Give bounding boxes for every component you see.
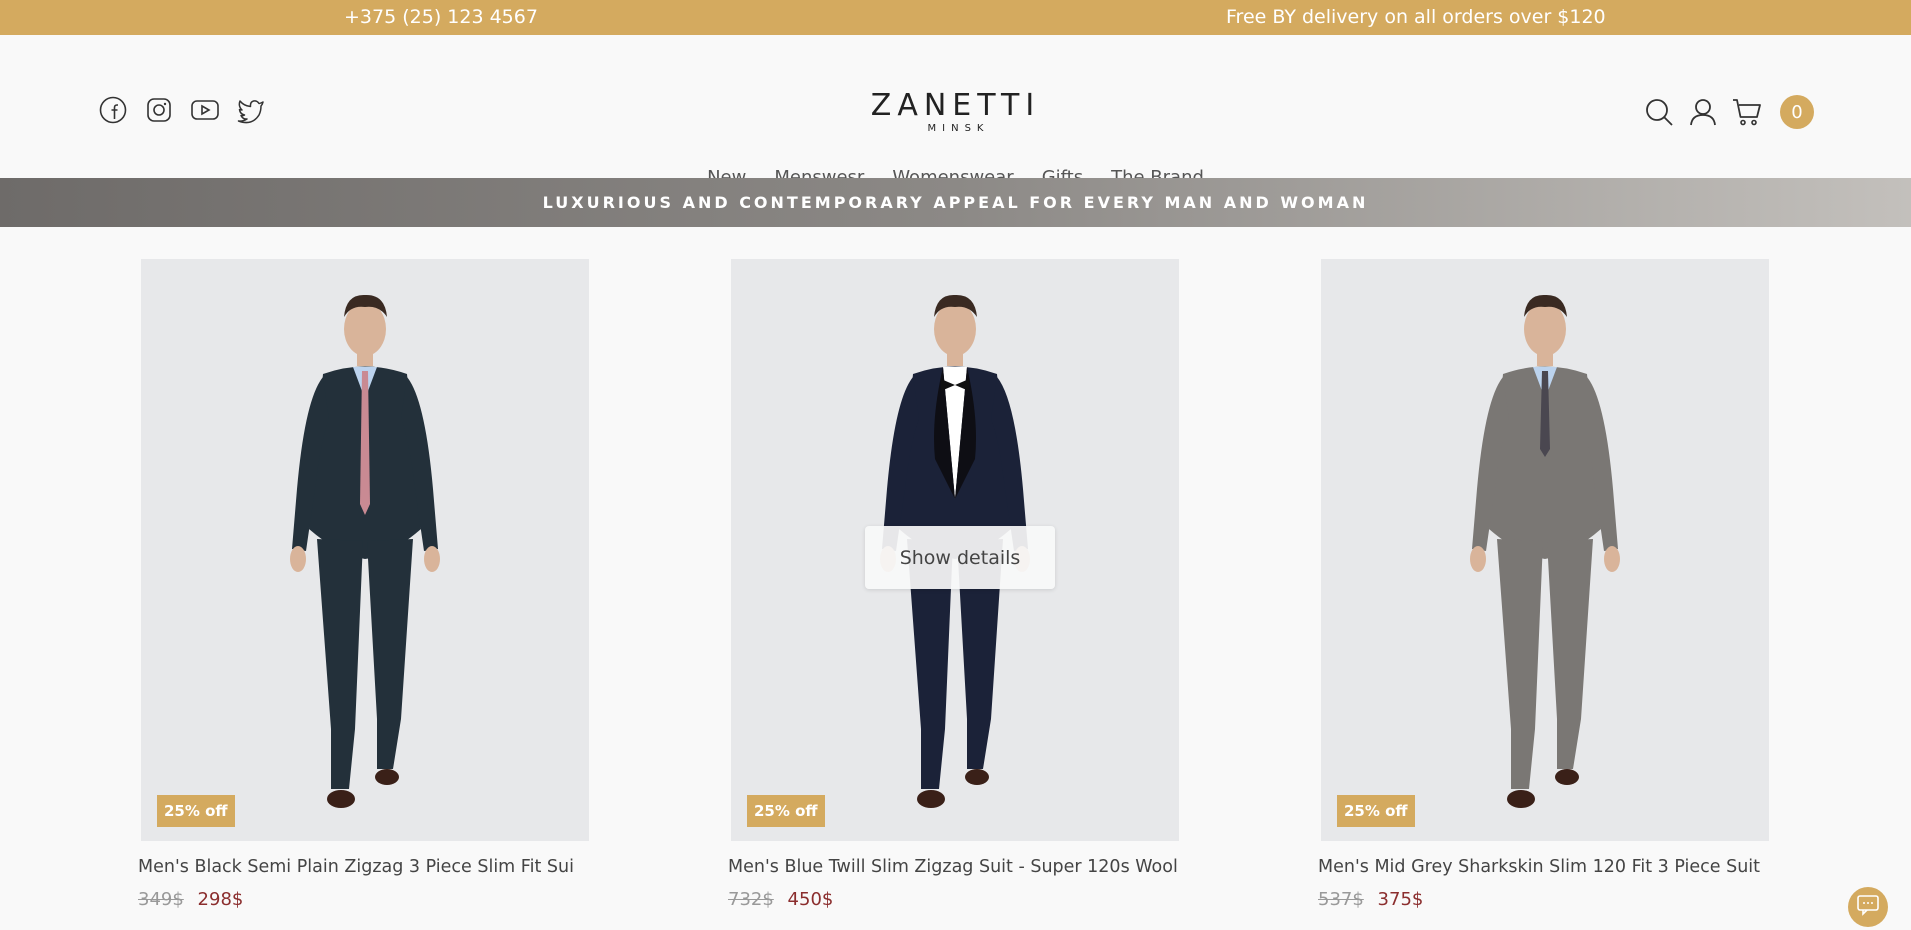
phone-number[interactable]: +375 (25) 123 4567 bbox=[344, 6, 538, 28]
promo-banner: LUXURIOUS AND CONTEMPORARY APPEAL FOR EV… bbox=[0, 178, 1911, 227]
top-bar: +375 (25) 123 4567 Free BY delivery on a… bbox=[0, 0, 1911, 35]
suit-model-illustration bbox=[1470, 294, 1620, 808]
suit-model-illustration bbox=[290, 294, 440, 808]
sale-price: 298$ bbox=[197, 889, 244, 910]
product-card[interactable]: Show details 25% off Men's Blue Twill Sl… bbox=[728, 259, 1179, 910]
product-card[interactable]: 25% off Men's Black Semi Plain Zigzag 3 … bbox=[138, 259, 589, 910]
product-image[interactable]: 25% off bbox=[141, 259, 589, 841]
old-price: 349$ bbox=[138, 889, 184, 910]
old-price: 732$ bbox=[728, 889, 774, 910]
sale-price: 450$ bbox=[787, 889, 834, 910]
old-price: 537$ bbox=[1318, 889, 1364, 910]
product-card[interactable]: 25% off Men's Mid Grey Sharkskin Slim 12… bbox=[1318, 259, 1769, 910]
product-name[interactable]: Men's Blue Twill Slim Zigzag Suit - Supe… bbox=[728, 857, 1248, 877]
site-logo[interactable]: ZANETTI MINSK bbox=[0, 88, 1911, 135]
logo-city: MINSK bbox=[927, 123, 990, 134]
discount-badge: 25% off bbox=[747, 795, 825, 827]
discount-badge: 25% off bbox=[157, 795, 235, 827]
delivery-promo: Free BY delivery on all orders over $120 bbox=[1226, 6, 1606, 28]
product-prices: 537$ 375$ bbox=[1318, 889, 1423, 910]
cart-icon[interactable] bbox=[1732, 97, 1762, 127]
user-icon[interactable] bbox=[1688, 97, 1718, 127]
product-name[interactable]: Men's Black Semi Plain Zigzag 3 Piece Sl… bbox=[138, 857, 658, 877]
show-details-button[interactable]: Show details bbox=[865, 526, 1055, 589]
product-prices: 349$ 298$ bbox=[138, 889, 243, 910]
search-icon[interactable] bbox=[1644, 97, 1674, 127]
header-tools: 0 bbox=[1644, 95, 1814, 129]
chat-icon bbox=[1856, 894, 1880, 920]
discount-badge: 25% off bbox=[1337, 795, 1415, 827]
cart-count-badge[interactable]: 0 bbox=[1780, 95, 1814, 129]
logo-brand: ZANETTI bbox=[870, 88, 1041, 123]
product-image[interactable]: 25% off bbox=[1321, 259, 1769, 841]
product-name[interactable]: Men's Mid Grey Sharkskin Slim 120 Fit 3 … bbox=[1318, 857, 1838, 877]
sale-price: 375$ bbox=[1377, 889, 1424, 910]
chat-button[interactable] bbox=[1848, 887, 1888, 927]
product-image[interactable]: Show details 25% off bbox=[731, 259, 1179, 841]
product-prices: 732$ 450$ bbox=[728, 889, 833, 910]
header: ZANETTI MINSK 0 New Menswesr Womenswear … bbox=[0, 35, 1911, 188]
